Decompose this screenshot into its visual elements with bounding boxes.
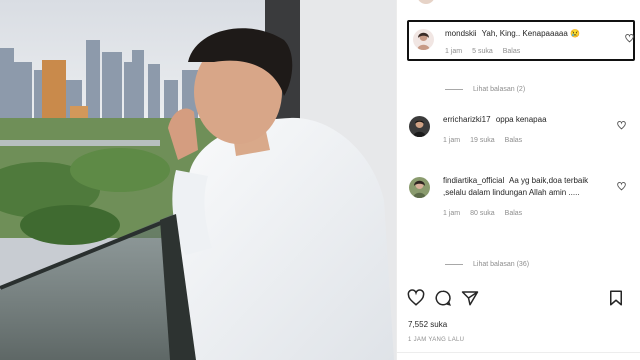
heart-icon[interactable] (407, 289, 425, 307)
comment-icon[interactable] (434, 289, 452, 307)
comment-text: Yah, King.. Kenapaaaaa 😢 (481, 29, 580, 38)
post-photo (0, 0, 396, 360)
avatar[interactable] (409, 116, 430, 137)
comments-panel: mondskii Yah, King.. Kenapaaaaa 😢 1 jam … (396, 0, 640, 360)
view-replies-link[interactable]: Lihat balasan (36) (445, 261, 529, 268)
like-comment-icon[interactable] (625, 34, 634, 43)
comment-username[interactable]: mondskii (445, 29, 477, 38)
comment-item: mondskii Yah, King.. Kenapaaaaa 😢 1 jam … (407, 20, 635, 61)
reply-button[interactable]: Balas (505, 137, 523, 144)
comment-item: findiartika_official Aa yg baik,doa terb… (407, 175, 635, 217)
avatar[interactable] (409, 177, 430, 198)
comment-text: oppa kenapaa (495, 115, 547, 124)
comment-likes[interactable]: 5 suka (472, 48, 493, 55)
replies-divider (445, 89, 463, 90)
like-comment-icon[interactable] (617, 182, 626, 191)
view-replies-label[interactable]: Lihat balasan (2) (473, 86, 525, 93)
view-replies-link[interactable]: Lihat balasan (2) (445, 86, 525, 93)
post-timestamp: 1 JAM YANG LALU (408, 337, 465, 343)
reply-button[interactable]: Balas (505, 210, 523, 217)
post-action-bar (407, 289, 633, 309)
view-replies-label[interactable]: Lihat balasan (36) (473, 261, 529, 268)
comment-username[interactable]: erricharizki17 (443, 115, 491, 124)
bookmark-icon[interactable] (607, 289, 625, 307)
divider (397, 352, 640, 353)
share-icon[interactable] (461, 289, 479, 307)
comment-time: 1 jam (443, 137, 461, 144)
like-comment-icon[interactable] (617, 121, 626, 130)
comment-item: erricharizki17 oppa kenapaa 1 jam 19 suk… (407, 114, 635, 144)
avatar (417, 0, 435, 4)
comment-username[interactable]: findiartika_official (443, 176, 504, 185)
comment-likes[interactable]: 19 suka (470, 137, 495, 144)
comment-likes[interactable]: 80 suka (470, 210, 495, 217)
post-like-count[interactable]: 7,552 suka (408, 320, 447, 329)
replies-divider (445, 264, 463, 265)
post-image (0, 0, 396, 360)
avatar[interactable] (413, 29, 434, 50)
comment-time: 1 jam (445, 48, 463, 55)
comment-time: 1 jam (443, 210, 461, 217)
reply-button[interactable]: Balas (503, 48, 521, 55)
